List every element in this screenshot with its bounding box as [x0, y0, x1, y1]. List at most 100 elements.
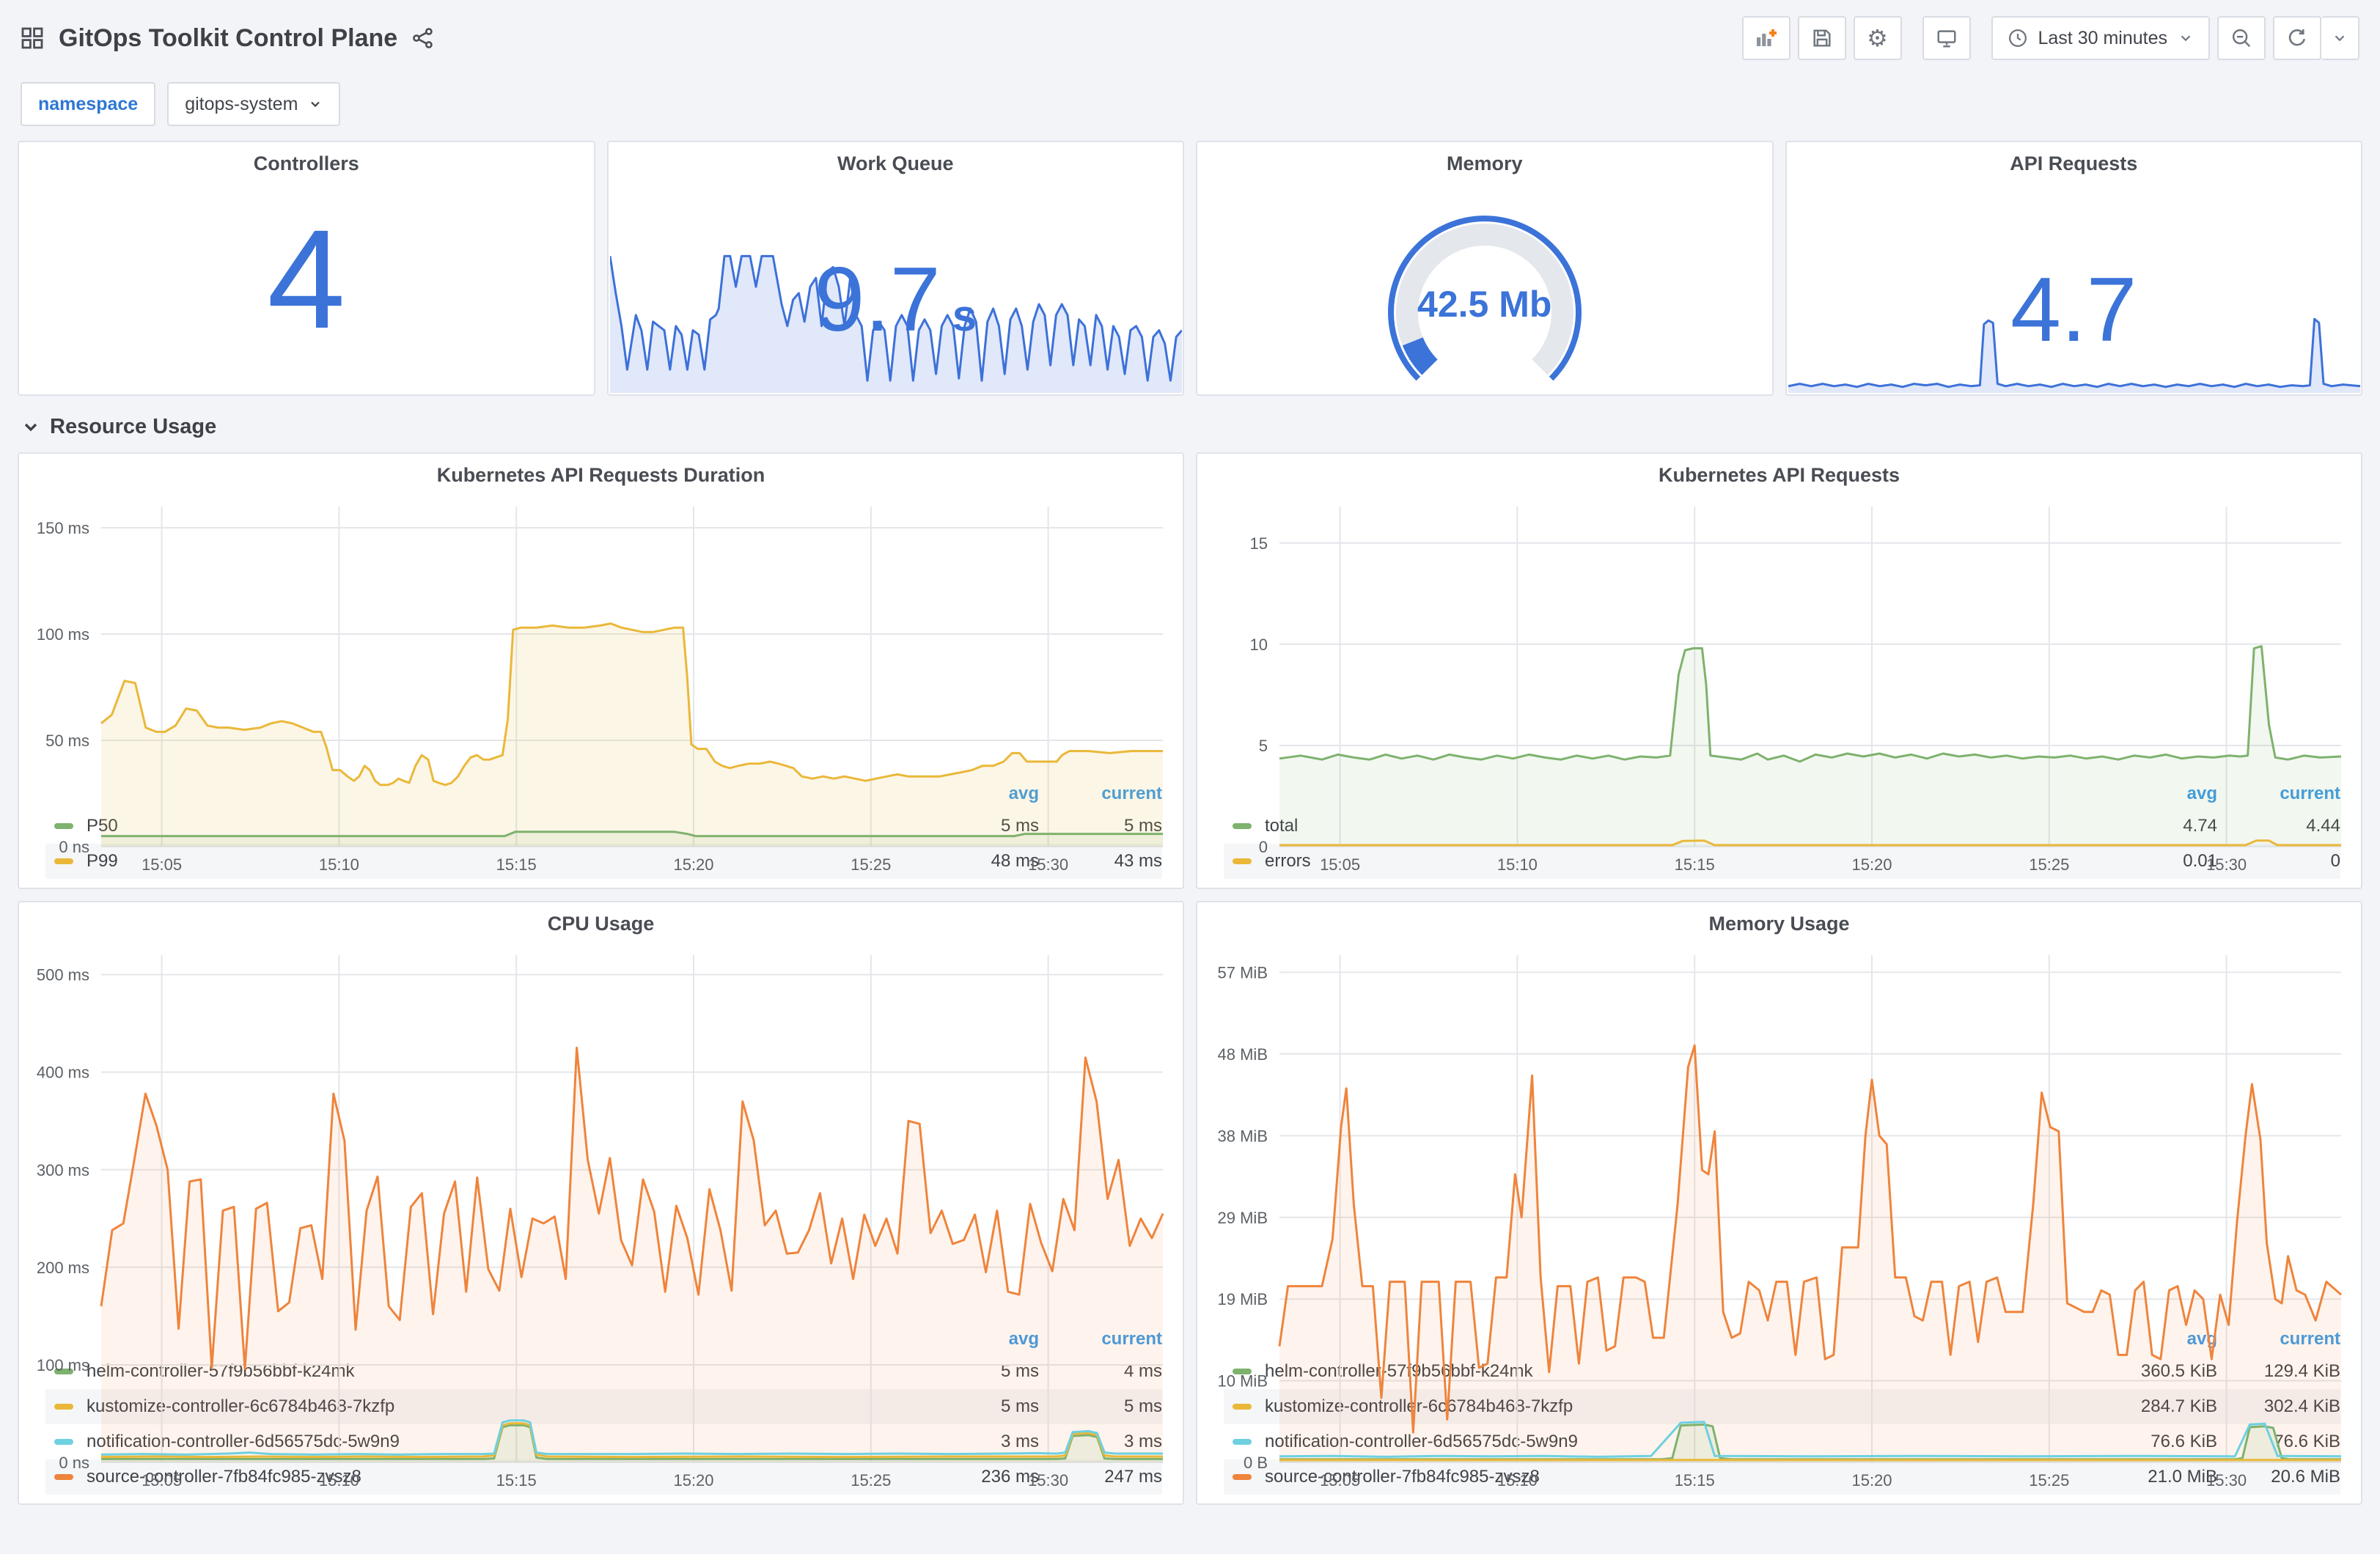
- svg-text:15:20: 15:20: [673, 855, 713, 874]
- memory-usage-chart-panel: Memory Usage 0 B 10 MiB 19 MiB 29 MiB 38 MiB…: [1196, 901, 2362, 1505]
- svg-text:15:30: 15:30: [2206, 855, 2247, 874]
- svg-text:57 MiB: 57 MiB: [1218, 963, 1268, 982]
- work-queue-panel: Work Queue 9.7 s: [606, 141, 1184, 396]
- svg-text:15:15: 15:15: [496, 1471, 537, 1489]
- namespace-variable-label: namespace: [21, 82, 156, 126]
- dashboard-header: GitOps Toolkit Control Plane ⚙ Last 30 m…: [0, 0, 2380, 65]
- svg-text:15:05: 15:05: [1320, 1471, 1360, 1489]
- tv-icon: [1937, 30, 1955, 48]
- api-requests-panel: API Requests 4.7: [1785, 141, 2362, 396]
- refresh-button-group: [2273, 16, 2359, 60]
- gear-icon: ⚙: [1867, 24, 1888, 52]
- svg-text:15:10: 15:10: [319, 1471, 359, 1489]
- zoom-out-icon: [2232, 29, 2251, 48]
- save-dashboard-button[interactable]: [1797, 16, 1846, 60]
- panel-title[interactable]: Kubernetes API Requests: [1197, 454, 2361, 492]
- svg-text:38 MiB: 38 MiB: [1218, 1127, 1268, 1145]
- svg-text:15:05: 15:05: [142, 855, 182, 874]
- chevron-down-icon: [2335, 35, 2345, 42]
- svg-text:15:30: 15:30: [2206, 1471, 2247, 1489]
- api-requests-value: 4.7: [2010, 259, 2137, 361]
- svg-text:15: 15: [1250, 534, 1268, 553]
- refresh-icon: [2288, 29, 2306, 46]
- panel-title[interactable]: CPU Usage: [19, 902, 1183, 940]
- svg-text:500 ms: 500 ms: [37, 966, 89, 984]
- svg-text:15:20: 15:20: [1851, 855, 1892, 874]
- page-title: GitOps Toolkit Control Plane: [59, 23, 398, 52]
- refresh-button[interactable]: [2273, 16, 2321, 60]
- svg-text:5: 5: [1259, 737, 1268, 755]
- svg-text:15:10: 15:10: [319, 855, 359, 874]
- charts-row-1: Kubernetes API Requests Duration 0 ns 50 …: [0, 452, 2380, 889]
- chevron-down-icon: [24, 423, 37, 431]
- cpu-usage-plot[interactable]: 0 ns 100 ms 200 ms 300 ms 400 ms 500 ms 15:05 1…: [19, 940, 1183, 1489]
- svg-text:15:25: 15:25: [851, 1471, 891, 1489]
- svg-text:15:25: 15:25: [851, 855, 891, 874]
- add-panel-button[interactable]: [1741, 16, 1790, 60]
- work-queue-value: 9.7 s: [814, 249, 977, 351]
- namespace-variable-value: gitops-system: [185, 93, 298, 114]
- memory-usage-plot[interactable]: 0 B 10 MiB 19 MiB 29 MiB 38 MiB 48 MiB 57 MiB 1…: [1197, 940, 2361, 1489]
- cpu-usage-chart-panel: CPU Usage 0 ns 100 ms 200 ms 300 ms 400 ms 50…: [18, 901, 1184, 1505]
- controllers-panel: Controllers 4: [18, 141, 595, 396]
- memory-gauge-value: 42.5 Mb: [1417, 284, 1552, 325]
- svg-text:48 MiB: 48 MiB: [1218, 1045, 1268, 1064]
- svg-text:15:30: 15:30: [1028, 855, 1068, 874]
- clock-icon: [2008, 29, 2027, 47]
- charts-row-2: CPU Usage 0 ns 100 ms 200 ms 300 ms 400 ms 50…: [0, 901, 2380, 1505]
- svg-text:10 MiB: 10 MiB: [1218, 1372, 1268, 1391]
- svg-text:15:25: 15:25: [2029, 1471, 2069, 1489]
- svg-text:29 MiB: 29 MiB: [1218, 1209, 1268, 1227]
- svg-text:15:25: 15:25: [2029, 855, 2069, 874]
- svg-text:0 ns: 0 ns: [59, 1454, 89, 1472]
- share-icon[interactable]: [412, 27, 434, 49]
- api-requests-duration-plot[interactable]: 0 ns 50 ms 100 ms 150 ms 15:05 15:10 15:15 15:2…: [19, 492, 1183, 874]
- api-requests-plot[interactable]: 0 5 10 15 15:05 15:10 15:15 15:20 15:25 15:30: [1197, 492, 2361, 874]
- svg-text:400 ms: 400 ms: [37, 1064, 89, 1082]
- zoom-out-button[interactable]: [2217, 16, 2266, 60]
- svg-text:15:10: 15:10: [1497, 1471, 1538, 1489]
- dashboard-settings-button[interactable]: ⚙: [1853, 16, 1902, 60]
- panel-title[interactable]: Kubernetes API Requests Duration: [19, 454, 1183, 492]
- svg-text:0: 0: [1259, 838, 1268, 856]
- panel-title[interactable]: Memory Usage: [1197, 902, 2361, 940]
- api-requests-duration-chart-panel: Kubernetes API Requests Duration 0 ns 50 …: [18, 452, 1184, 889]
- svg-text:15:20: 15:20: [673, 1471, 713, 1489]
- controllers-value: 4: [267, 199, 346, 358]
- chevron-down-icon: [2181, 35, 2191, 42]
- svg-text:15:05: 15:05: [1320, 855, 1360, 874]
- dashboard-grid-icon: [21, 26, 44, 50]
- cycle-view-mode-button[interactable]: [1922, 16, 1971, 60]
- dashboard-page: GitOps Toolkit Control Plane ⚙ Last 30 m…: [0, 0, 2380, 1505]
- svg-text:50 ms: 50 ms: [45, 732, 89, 750]
- time-range-label: Last 30 minutes: [2038, 27, 2168, 48]
- section-title: Resource Usage: [50, 415, 217, 438]
- svg-text:15:05: 15:05: [142, 1471, 182, 1489]
- svg-text:15:15: 15:15: [1675, 855, 1715, 874]
- panel-title[interactable]: API Requests: [1787, 142, 2362, 180]
- svg-text:0 ns: 0 ns: [59, 838, 89, 856]
- template-variables-row: namespace gitops-system: [0, 65, 2380, 141]
- svg-text:100 ms: 100 ms: [37, 625, 89, 644]
- resource-usage-section-toggle[interactable]: Resource Usage: [0, 396, 2380, 452]
- svg-text:15:10: 15:10: [1497, 855, 1538, 874]
- svg-text:200 ms: 200 ms: [37, 1259, 89, 1277]
- svg-text:300 ms: 300 ms: [37, 1161, 89, 1179]
- svg-text:100 ms: 100 ms: [37, 1356, 89, 1374]
- panel-title[interactable]: Work Queue: [609, 142, 1183, 180]
- svg-text:15:15: 15:15: [496, 855, 537, 874]
- namespace-variable-dropdown[interactable]: gitops-system: [167, 82, 341, 126]
- svg-text:19 MiB: 19 MiB: [1218, 1290, 1268, 1308]
- panel-title[interactable]: Memory: [1197, 142, 1772, 180]
- svg-text:15:15: 15:15: [1675, 1471, 1715, 1489]
- memory-gauge-panel: Memory 42.5 Mb: [1196, 141, 1774, 396]
- refresh-interval-dropdown[interactable]: [2321, 16, 2359, 60]
- time-range-picker[interactable]: Last 30 minutes: [1991, 16, 2210, 60]
- svg-text:10: 10: [1250, 636, 1268, 654]
- svg-text:150 ms: 150 ms: [37, 519, 89, 537]
- svg-text:0 B: 0 B: [1244, 1454, 1268, 1472]
- api-requests-chart-panel: Kubernetes API Requests 0 5 10 15 15:05 15:10…: [1196, 452, 2362, 889]
- svg-text:15:20: 15:20: [1851, 1471, 1892, 1489]
- dashboard-toolbar: ⚙ Last 30 minutes: [1741, 16, 2359, 60]
- svg-text:15:30: 15:30: [1028, 1471, 1068, 1489]
